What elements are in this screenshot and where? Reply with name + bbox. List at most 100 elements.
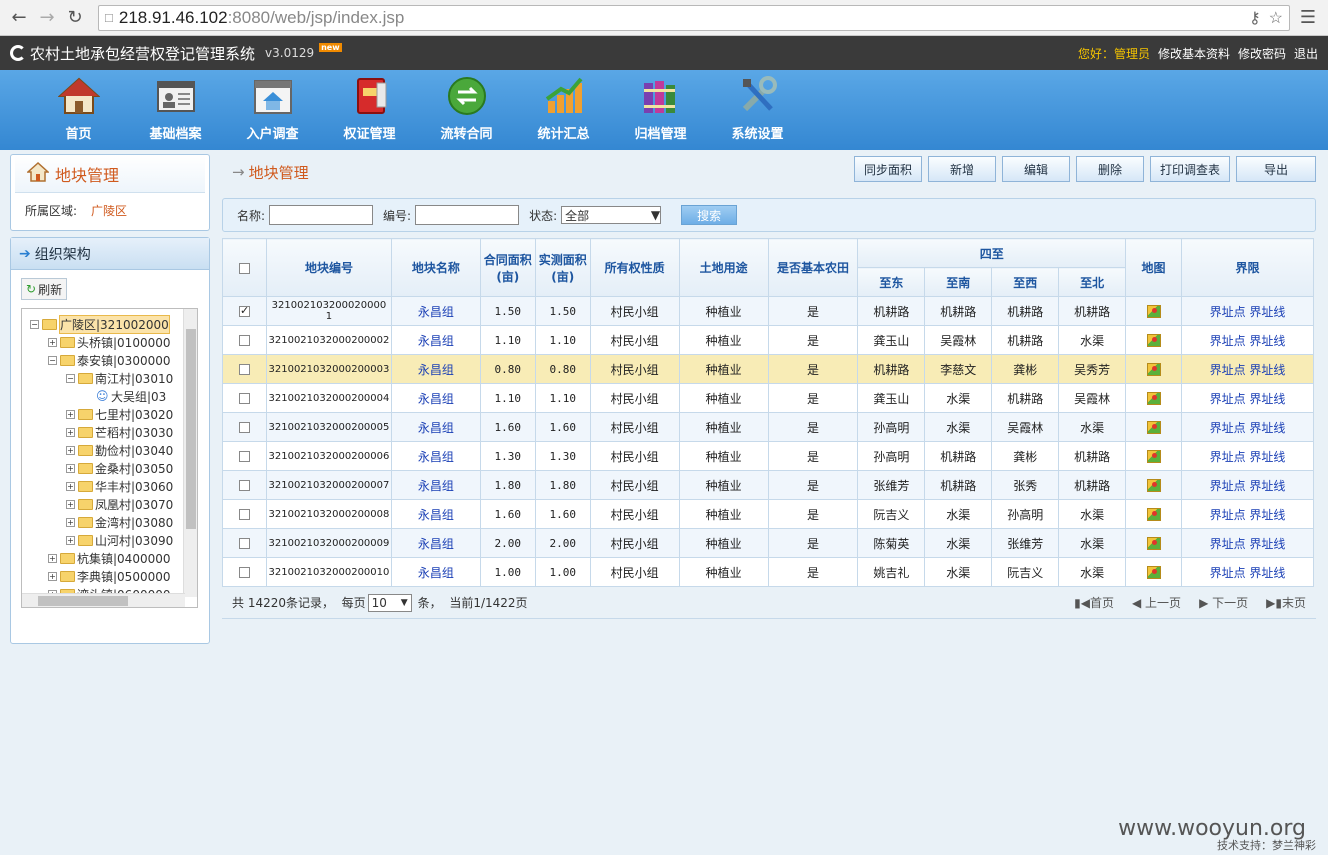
- boundary-line-link[interactable]: 界址线: [1249, 566, 1285, 580]
- tree-node[interactable]: + 勤俭村|03040: [66, 441, 173, 459]
- nav-household-survey[interactable]: 入户调查: [224, 70, 321, 150]
- boundary-point-link[interactable]: 界址点: [1210, 421, 1246, 435]
- name-input[interactable]: [269, 205, 374, 225]
- tree-node[interactable]: + 金湾村|03080: [66, 513, 173, 531]
- prev-page-link[interactable]: ◀ 上一页: [1132, 594, 1181, 611]
- parcel-name-link[interactable]: 永昌组: [418, 508, 454, 522]
- parcel-name-link[interactable]: 永昌组: [418, 334, 454, 348]
- table-row[interactable]: 3210021032000200007 永昌组 1.80 1.80 村民小组 种植业是张维…: [222, 470, 1314, 500]
- map-icon[interactable]: [1146, 566, 1161, 579]
- boundary-point-link[interactable]: 界址点: [1210, 305, 1246, 319]
- expand-icon[interactable]: +: [48, 337, 57, 347]
- table-row[interactable]: 3210021032000200003 永昌组 0.80 0.80 村民小组 种植业是机耕…: [222, 354, 1314, 384]
- header-basic-farmland[interactable]: 是否基本农田: [767, 238, 859, 297]
- next-page-link[interactable]: ▶ 下一页: [1199, 594, 1248, 611]
- row-checkbox[interactable]: [238, 393, 250, 404]
- tree-horizontal-scrollbar[interactable]: [22, 593, 185, 607]
- boundary-line-link[interactable]: 界址线: [1249, 537, 1285, 551]
- collapse-icon[interactable]: −: [66, 373, 75, 383]
- map-icon[interactable]: [1146, 508, 1161, 521]
- status-select[interactable]: 全部 ▼: [561, 206, 662, 224]
- expand-icon[interactable]: +: [66, 481, 75, 491]
- expand-icon[interactable]: +: [66, 409, 75, 419]
- boundary-point-link[interactable]: 界址点: [1210, 392, 1246, 406]
- search-button[interactable]: 搜索: [681, 205, 738, 225]
- parcel-name-link[interactable]: 永昌组: [418, 566, 454, 580]
- boundary-line-link[interactable]: 界址线: [1249, 392, 1285, 406]
- map-icon[interactable]: [1146, 363, 1161, 376]
- nav-transfer-contract[interactable]: 流转合同: [418, 70, 515, 150]
- parcel-name-link[interactable]: 永昌组: [418, 305, 454, 319]
- boundary-line-link[interactable]: 界址线: [1249, 421, 1285, 435]
- collapse-icon[interactable]: −: [30, 319, 39, 329]
- map-icon[interactable]: [1146, 479, 1161, 492]
- header-measured-area[interactable]: 实测面积(亩): [534, 238, 591, 297]
- forward-icon[interactable]: →: [36, 7, 58, 29]
- edit-profile-link[interactable]: 修改基本资料: [1158, 45, 1230, 62]
- boundary-point-link[interactable]: 界址点: [1210, 537, 1246, 551]
- expand-icon[interactable]: +: [48, 571, 57, 581]
- table-row[interactable]: 3210021032000200002 永昌组 1.10 1.10 村民小组 种植业是龚玉…: [222, 325, 1314, 355]
- tree-node[interactable]: + 凤凰村|03070: [66, 495, 173, 513]
- tree-node[interactable]: + 头桥镇|0100000: [48, 333, 171, 351]
- row-checkbox[interactable]: [238, 422, 250, 433]
- export-button[interactable]: 导出: [1236, 156, 1316, 182]
- boundary-line-link[interactable]: 界址线: [1249, 334, 1285, 348]
- nav-home[interactable]: 首页: [30, 70, 127, 150]
- parcel-name-link[interactable]: 永昌组: [418, 421, 454, 435]
- tree-node[interactable]: + 华丰村|03060: [66, 477, 173, 495]
- map-icon[interactable]: [1146, 537, 1161, 550]
- org-tree[interactable]: − 广陵区|321002000 + 头桥镇|0100000− 泰安镇|0300000− 南…: [21, 308, 198, 608]
- parcel-name-link[interactable]: 永昌组: [418, 363, 454, 377]
- header-usage[interactable]: 土地用途: [678, 238, 769, 297]
- nav-archive-mgmt[interactable]: 归档管理: [612, 70, 709, 150]
- nav-system-settings[interactable]: 系统设置: [709, 70, 806, 150]
- table-row[interactable]: 3210021032000200006 永昌组 1.30 1.30 村民小组 种植业是孙高…: [222, 441, 1314, 471]
- boundary-line-link[interactable]: 界址线: [1249, 479, 1285, 493]
- expand-icon[interactable]: +: [66, 445, 75, 455]
- nav-statistics[interactable]: 统计汇总: [515, 70, 612, 150]
- browser-menu-icon[interactable]: ☰: [1296, 7, 1320, 28]
- map-icon[interactable]: [1146, 305, 1161, 318]
- table-row[interactable]: 3210021032000200009 永昌组 2.00 2.00 村民小组 种植业是陈菊…: [222, 528, 1314, 558]
- boundary-line-link[interactable]: 界址线: [1249, 363, 1285, 377]
- expand-icon[interactable]: +: [48, 553, 57, 563]
- sync-area-button[interactable]: 同步面积: [854, 156, 922, 182]
- row-checkbox[interactable]: [238, 335, 250, 346]
- header-ownership[interactable]: 所有权性质: [589, 238, 680, 297]
- tree-node[interactable]: + 芒稻村|03030: [66, 423, 173, 441]
- expand-icon[interactable]: +: [66, 427, 75, 437]
- table-row[interactable]: 3210021032000200010 永昌组 1.00 1.00 村民小组 种植业是姚吉…: [222, 557, 1314, 587]
- row-checkbox[interactable]: [238, 567, 250, 578]
- tree-node[interactable]: + 七里村|03020: [66, 405, 173, 423]
- map-icon[interactable]: [1146, 334, 1161, 347]
- table-row[interactable]: 321002103200020000 1永昌组1.501.50村民小组种植业是机…: [222, 296, 1314, 326]
- header-name[interactable]: 地块名称: [390, 238, 481, 297]
- collapse-icon[interactable]: −: [48, 355, 57, 365]
- expand-icon[interactable]: +: [66, 499, 75, 509]
- map-icon[interactable]: [1146, 450, 1161, 463]
- boundary-point-link[interactable]: 界址点: [1210, 566, 1246, 580]
- header-contract-area[interactable]: 合同面积(亩): [479, 238, 536, 297]
- boundary-line-link[interactable]: 界址线: [1249, 305, 1285, 319]
- expand-icon[interactable]: +: [66, 463, 75, 473]
- delete-button[interactable]: 删除: [1076, 156, 1144, 182]
- last-page-link[interactable]: ▶▮末页: [1266, 594, 1306, 611]
- reload-icon[interactable]: ↻: [64, 7, 86, 29]
- key-icon[interactable]: ⚷: [1249, 8, 1261, 28]
- table-row[interactable]: 3210021032000200005 永昌组 1.60 1.60 村民小组 种植业是孙高…: [222, 412, 1314, 442]
- tree-node[interactable]: ☺ 大吴组|03: [84, 387, 166, 405]
- tree-vertical-scrollbar[interactable]: [183, 309, 197, 597]
- expand-icon[interactable]: +: [66, 517, 75, 527]
- expand-icon[interactable]: +: [66, 535, 75, 545]
- parcel-name-link[interactable]: 永昌组: [418, 392, 454, 406]
- header-code[interactable]: 地块编号: [265, 238, 392, 297]
- tree-node[interactable]: − 南江村|03010: [66, 369, 173, 387]
- nav-certificate-mgmt[interactable]: 权证管理: [321, 70, 418, 150]
- logout-link[interactable]: 退出: [1294, 45, 1318, 62]
- address-bar[interactable]: □ 218.91.46.102:8080/web/jsp/index.jsp ⚷…: [98, 4, 1290, 31]
- row-checkbox[interactable]: [238, 509, 250, 520]
- boundary-point-link[interactable]: 界址点: [1210, 363, 1246, 377]
- back-icon[interactable]: ←: [8, 7, 30, 29]
- tree-node[interactable]: + 杭集镇|0400000: [48, 549, 171, 567]
